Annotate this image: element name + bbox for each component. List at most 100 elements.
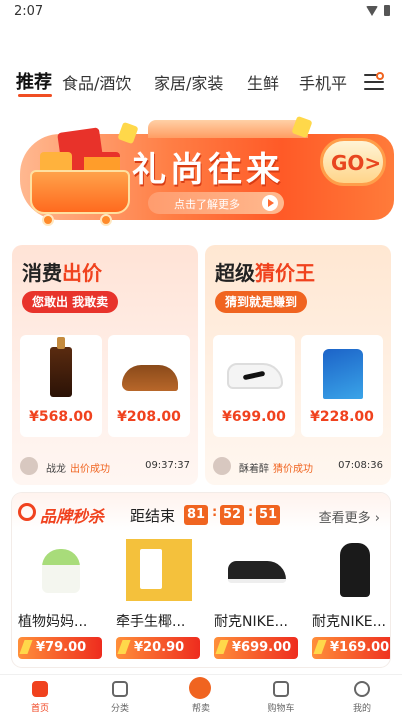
winner-status: 猜价成功 <box>273 464 313 475</box>
go-label: GO> <box>331 151 382 175</box>
nav-label: 购物车 <box>267 704 295 714</box>
tab-fresh[interactable]: 生鲜 <box>247 70 279 94</box>
status-icons <box>366 5 390 16</box>
flash-sale-item[interactable]: 耐克NIKE... ¥699.00 <box>214 539 302 659</box>
avatar <box>213 457 231 475</box>
battery-icon <box>384 5 390 16</box>
flash-item-price-tag: ¥699.00 <box>214 637 298 659</box>
tab-recommend[interactable]: 推荐 <box>16 68 52 94</box>
product-card[interactable]: ¥699.00 <box>213 335 295 437</box>
winner-time: 09:37:37 <box>145 460 190 471</box>
card-title: 消费出价 <box>22 257 102 286</box>
avatar <box>20 457 38 475</box>
status-time: 2:07 <box>14 4 44 19</box>
card-title: 超级猜价王 <box>215 257 315 286</box>
product-price: ¥699.00 <box>222 409 286 425</box>
promo-banner[interactable]: 礼尚往来 GO> 点击了解更多 <box>8 112 394 230</box>
cart-icon <box>273 681 289 697</box>
countdown-label: 距结束 <box>130 507 176 525</box>
product-card[interactable]: ¥568.00 <box>20 335 102 437</box>
nav-help-sell[interactable]: 帮卖 <box>169 677 233 715</box>
flash-item-name: 牵手生椰... <box>116 614 186 630</box>
bottom-navigation: 首页 分类 帮卖 购物车 我的 <box>0 674 402 716</box>
flash-item-price: ¥20.90 <box>134 640 185 655</box>
product-card[interactable]: ¥208.00 <box>108 335 190 437</box>
flash-sale-title: 品牌秒杀 <box>40 507 105 526</box>
winner-row: 战龙 出价成功 09:37:37 <box>20 457 192 477</box>
flash-sale-header: 品牌秒杀 距结束 81 : 52 : 51 查看更多 › <box>12 493 390 531</box>
banner-title: 礼尚往来 <box>132 150 284 190</box>
card-title-main: 超级 <box>215 261 255 285</box>
serum-bottle-icon <box>30 337 92 403</box>
category-menu-icon[interactable] <box>364 72 386 92</box>
flash-item-price-tag: ¥169.00 <box>312 637 390 659</box>
alarm-clock-icon <box>18 503 36 521</box>
learn-more-button[interactable]: 点击了解更多 <box>148 192 284 214</box>
gift-cart-illustration <box>8 121 139 230</box>
winner-name: 战龙 <box>46 464 66 475</box>
running-shoe-icon <box>224 539 290 601</box>
brand-flash-sale: 品牌秒杀 距结束 81 : 52 : 51 查看更多 › 植物妈妈... ¥79… <box>12 493 390 667</box>
flash-item-price-tag: ¥20.90 <box>116 637 200 659</box>
womens-tee-icon <box>322 539 388 601</box>
nav-label: 分类 <box>110 704 129 714</box>
card-title-main: 消费 <box>22 261 62 285</box>
winner-name: 酥着醉 <box>239 464 269 475</box>
category-tabs: 推荐 食品/酒饮 家居/家装 生鲜 手机平 <box>0 64 402 104</box>
nav-profile[interactable]: 我的 <box>330 679 394 715</box>
product-price: ¥228.00 <box>310 409 374 425</box>
flash-item-price: ¥699.00 <box>232 640 292 655</box>
slogan-badge: 您敢出 我敢卖 <box>22 291 119 313</box>
category-icon <box>112 681 128 697</box>
active-tab-indicator <box>18 94 52 97</box>
nav-label: 首页 <box>30 704 49 714</box>
cart-wheel-icon <box>42 214 54 226</box>
countdown-seconds: 51 <box>256 505 280 525</box>
guess-price-card[interactable]: 超级猜价王 猜到就是赚到 ¥699.00 ¥228.00 酥着醉 猜价成功 07:… <box>205 245 391 485</box>
coin-icon <box>117 121 139 145</box>
flash-item-name: 耐克NIKE... <box>312 614 386 630</box>
flash-sale-item[interactable]: 植物妈妈... ¥79.00 <box>18 539 106 659</box>
tab-phone-tablet[interactable]: 手机平 <box>299 70 347 94</box>
nav-category[interactable]: 分类 <box>88 679 152 715</box>
card-title-highlight: 出价 <box>62 261 102 285</box>
banner-top-strip <box>148 120 308 138</box>
status-bar: 2:07 <box>0 0 402 24</box>
learn-more-label: 点击了解更多 <box>174 198 240 211</box>
product-card[interactable]: ¥228.00 <box>301 335 383 437</box>
flash-sale-item[interactable]: 牵手生椰... ¥20.90 <box>116 539 204 659</box>
winner-row: 酥着醉 猜价成功 07:08:36 <box>213 457 385 477</box>
countdown-separator: : <box>248 505 254 520</box>
cream-jar-icon <box>28 539 94 601</box>
shopping-cart-icon <box>30 170 130 214</box>
sneaker-icon <box>223 343 285 403</box>
home-icon <box>32 681 48 697</box>
tab-food-drinks[interactable]: 食品/酒饮 <box>62 70 131 94</box>
help-sell-icon <box>189 677 211 699</box>
tab-home-furnishing[interactable]: 家居/家装 <box>154 70 223 94</box>
cart-wheel-icon <box>100 214 112 226</box>
consume-bid-card[interactable]: 消费出价 您敢出 我敢卖 ¥568.00 ¥208.00 战龙 出价成功 09:3… <box>12 245 198 485</box>
sport-shirt-icon <box>311 343 373 403</box>
product-price: ¥208.00 <box>117 409 181 425</box>
winner-info: 战龙 出价成功 <box>46 460 110 475</box>
banner-go-button[interactable]: GO> <box>320 138 386 186</box>
product-price: ¥568.00 <box>29 409 93 425</box>
nav-home[interactable]: 首页 <box>8 679 72 715</box>
flash-item-name: 植物妈妈... <box>18 614 88 630</box>
flash-item-price: ¥79.00 <box>36 640 87 655</box>
countdown-hours: 81 <box>184 505 208 525</box>
nav-label: 帮卖 <box>191 704 210 714</box>
slogan-badge: 猜到就是赚到 <box>215 291 308 313</box>
see-more-label: 查看更多 <box>318 511 371 526</box>
coconut-drink-icon <box>126 539 192 601</box>
winner-status: 出价成功 <box>70 464 110 475</box>
flash-sale-item[interactable]: 耐克NIKE... ¥169.00 <box>312 539 390 659</box>
wifi-icon <box>366 5 378 16</box>
visor-hat-icon <box>118 343 180 403</box>
see-more-link[interactable]: 查看更多 › <box>319 507 380 526</box>
card-title-highlight: 猜价王 <box>255 261 315 285</box>
nav-cart[interactable]: 购物车 <box>249 679 313 715</box>
flash-item-name: 耐克NIKE... <box>214 614 288 630</box>
nav-label: 我的 <box>352 704 371 714</box>
